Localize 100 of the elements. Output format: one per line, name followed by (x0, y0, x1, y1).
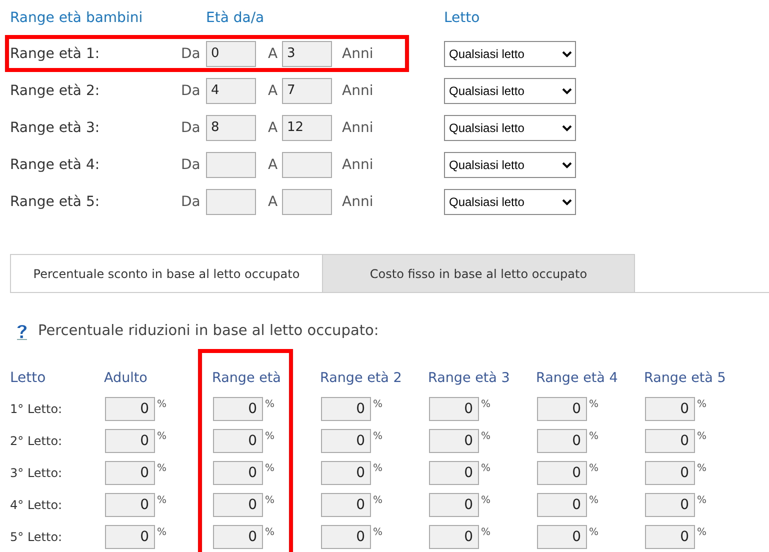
bed-select[interactable]: Qualsiasi letto (444, 152, 576, 178)
row-label: 3° Letto: (10, 465, 64, 482)
percent-sign: % (589, 399, 599, 410)
to-label: A (268, 156, 279, 172)
percent-field[interactable]: 0 (105, 525, 155, 549)
percent-sign: % (157, 399, 167, 410)
percent-field[interactable]: 0 (213, 397, 263, 421)
percent-field[interactable]: 0 (429, 429, 479, 453)
percent-sign: % (373, 463, 383, 474)
percent-sign: % (697, 399, 707, 410)
percent-field[interactable]: 0 (429, 525, 479, 549)
age-to-field[interactable] (282, 188, 332, 214)
column-heading: Letto (10, 369, 47, 388)
row-label: 1° Letto: (10, 401, 64, 418)
percent-field[interactable]: 0 (213, 493, 263, 517)
percent-field[interactable]: 0 (321, 397, 371, 421)
percent-field[interactable]: 0 (645, 461, 695, 485)
age-to-field[interactable] (282, 152, 332, 178)
percent-field[interactable]: 0 (645, 429, 695, 453)
column-heading: Range età (212, 369, 281, 388)
to-label: A (268, 82, 279, 98)
percent-field[interactable]: 0 (645, 397, 695, 421)
unit-label: Anni (342, 156, 374, 172)
tab[interactable]: Percentuale sconto in base al letto occupato (10, 254, 323, 292)
percent-field[interactable]: 0 (537, 461, 587, 485)
percent-sign: % (481, 527, 491, 538)
percent-sign: % (373, 431, 383, 442)
percent-sign: % (157, 431, 167, 442)
percent-field[interactable]: 0 (537, 525, 587, 549)
section-title: Percentuale riduzioni in base al letto occupato: (38, 323, 379, 339)
percent-field[interactable]: 0 (537, 493, 587, 517)
percent-sign: % (265, 431, 275, 442)
column-heading: Range età 2 (320, 369, 402, 388)
age-to-field[interactable]: 3 (282, 40, 332, 66)
help-icon[interactable] (16, 322, 28, 340)
percent-field[interactable]: 0 (537, 429, 587, 453)
percent-sign: % (481, 431, 491, 442)
percent-sign: % (589, 431, 599, 442)
percent-field[interactable]: 0 (213, 525, 263, 549)
bed-select[interactable]: Qualsiasi letto (444, 78, 576, 104)
percent-field[interactable]: 0 (321, 461, 371, 485)
percent-field[interactable]: 0 (429, 397, 479, 421)
age-from-field[interactable] (206, 152, 256, 178)
percent-sign: % (697, 495, 707, 506)
percent-sign: % (589, 463, 599, 474)
from-label: Da (181, 120, 202, 136)
tab[interactable]: Costo fisso in base al letto occupato (323, 254, 635, 292)
row-label: 2° Letto: (10, 433, 64, 450)
from-label: Da (181, 46, 202, 62)
percent-field[interactable]: 0 (537, 397, 587, 421)
unit-label: Anni (342, 194, 374, 210)
percent-field[interactable]: 0 (105, 461, 155, 485)
bed-select[interactable]: Qualsiasi letto (444, 40, 576, 66)
percent-sign: % (481, 399, 491, 410)
percent-sign: % (697, 463, 707, 474)
percent-field[interactable]: 0 (321, 429, 371, 453)
percent-field[interactable]: 0 (105, 429, 155, 453)
column-heading: Range età 3 (428, 369, 510, 388)
row-label: Range età 2: (10, 82, 101, 98)
percent-field[interactable]: 0 (105, 493, 155, 517)
age-from-field[interactable] (206, 188, 256, 214)
percent-field[interactable]: 0 (213, 429, 263, 453)
percent-field[interactable]: 0 (213, 461, 263, 485)
bed-select[interactable]: Qualsiasi letto (444, 188, 576, 214)
percent-field[interactable]: 0 (321, 525, 371, 549)
unit-label: Anni (342, 46, 374, 62)
row-label: Range età 3: (10, 120, 101, 136)
from-label: Da (181, 156, 202, 172)
percent-sign: % (697, 431, 707, 442)
percent-sign: % (265, 399, 275, 410)
bed-select[interactable]: Qualsiasi letto (444, 114, 576, 140)
to-label: A (268, 46, 279, 62)
percent-sign: % (481, 463, 491, 474)
percent-field[interactable]: 0 (105, 397, 155, 421)
percent-sign: % (265, 527, 275, 538)
age-from-field[interactable]: 4 (206, 78, 256, 104)
percent-field[interactable]: 0 (429, 461, 479, 485)
percent-sign: % (265, 463, 275, 474)
age-to-field[interactable]: 12 (282, 114, 332, 140)
percent-field[interactable]: 0 (429, 493, 479, 517)
age-to-field[interactable]: 7 (282, 78, 332, 104)
column-heading: Range età bambini (10, 10, 144, 26)
percent-sign: % (157, 527, 167, 538)
age-from-field[interactable]: 8 (206, 114, 256, 140)
from-label: Da (181, 194, 202, 210)
percent-sign: % (589, 495, 599, 506)
column-heading: Adulto (104, 369, 148, 388)
from-label: Da (181, 82, 202, 98)
percent-sign: % (157, 463, 167, 474)
percent-sign: % (589, 527, 599, 538)
percent-sign: % (265, 495, 275, 506)
unit-label: Anni (342, 120, 374, 136)
percent-field[interactable]: 0 (645, 525, 695, 549)
column-heading: Range età 4 (536, 369, 618, 388)
percent-field[interactable]: 0 (645, 493, 695, 517)
row-label: 5° Letto: (10, 529, 64, 546)
percent-field[interactable]: 0 (321, 493, 371, 517)
row-label: 4° Letto: (10, 497, 64, 514)
unit-label: Anni (342, 82, 374, 98)
age-from-field[interactable]: 0 (206, 40, 256, 66)
